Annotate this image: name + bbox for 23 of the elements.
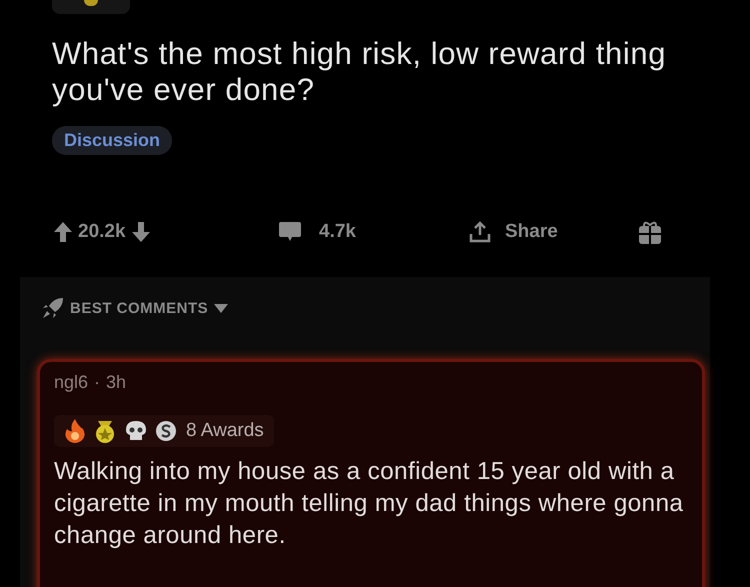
- coin-icon: [156, 421, 176, 441]
- score-count: 20.2k: [78, 221, 126, 243]
- fire-icon: [64, 419, 86, 443]
- upvote-icon[interactable]: [54, 222, 72, 242]
- comment-text: Walking into my house as a confident 15 year old with a cigarette in my mouth telling my dad things where gonna change around here.: [54, 457, 684, 551]
- sort-dropdown[interactable]: BEST COMMENTS: [42, 297, 228, 319]
- gift-icon[interactable]: [639, 220, 661, 244]
- comment-age: 3h: [106, 372, 126, 393]
- comment-icon[interactable]: [279, 222, 301, 242]
- flair-tag[interactable]: Discussion: [52, 126, 172, 155]
- medal-icon: [94, 419, 116, 443]
- share-button[interactable]: Share: [469, 221, 639, 243]
- rocket-icon: [42, 297, 64, 319]
- awards-count: 8 Awards: [186, 420, 264, 442]
- post-title: What's the most high risk, low reward thing you've ever done?: [52, 36, 668, 108]
- skull-icon: [124, 420, 148, 442]
- awards-bar[interactable]: 8 Awards: [54, 415, 274, 447]
- share-icon: [469, 221, 491, 243]
- comment-author[interactable]: ngl6: [54, 372, 88, 393]
- comment-count: 4.7k: [319, 221, 356, 243]
- caret-icon: [214, 304, 228, 312]
- downvote-icon[interactable]: [132, 222, 150, 242]
- separator-dot: ·: [94, 372, 100, 393]
